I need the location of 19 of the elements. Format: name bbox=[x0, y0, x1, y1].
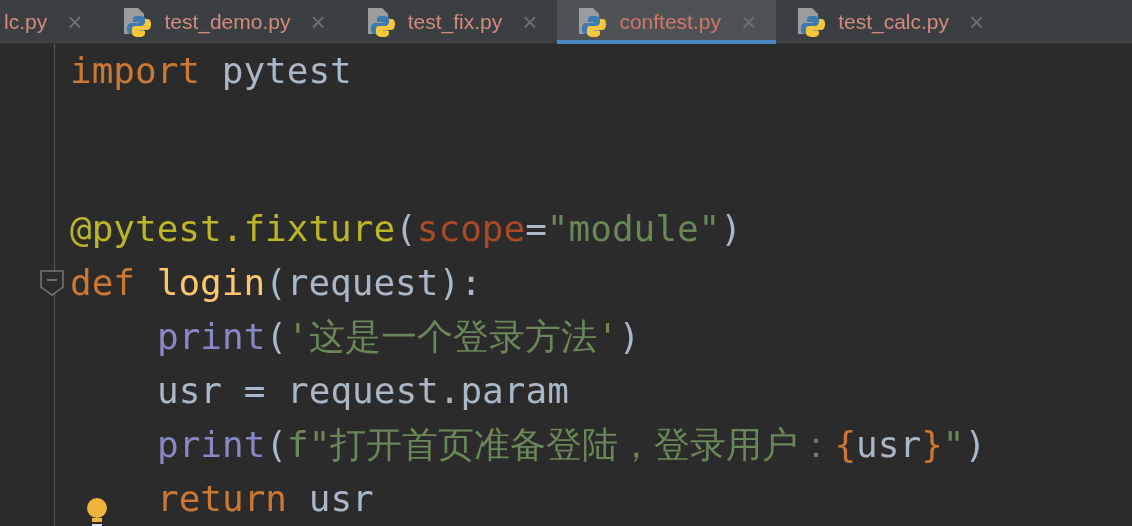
fold-icon[interactable] bbox=[40, 270, 64, 296]
close-icon[interactable]: × bbox=[310, 6, 326, 38]
code-line: def login(request): bbox=[70, 261, 482, 305]
code-line: import pytest bbox=[70, 49, 352, 93]
editor-tab[interactable]: lc.py × bbox=[0, 0, 103, 44]
code-line: print('这是一个登录方法') bbox=[157, 315, 641, 359]
editor-tab[interactable]: test_demo.py × bbox=[102, 0, 346, 44]
code-line: print(f"打开首页准备登陆，登录用户：{usr}") bbox=[157, 423, 987, 467]
editor-tab[interactable]: test_calc.py × bbox=[776, 0, 1005, 44]
close-icon[interactable]: × bbox=[67, 6, 83, 38]
close-icon[interactable]: × bbox=[969, 6, 985, 38]
code-line: @pytest.fixture(scope="module") bbox=[70, 207, 742, 251]
code-line: return usr bbox=[157, 477, 374, 521]
editor-tab[interactable]: test_fix.py × bbox=[345, 0, 558, 44]
lightbulb-icon[interactable] bbox=[86, 498, 108, 526]
editor-tab[interactable]: conftest.py × bbox=[557, 0, 777, 44]
close-icon[interactable]: × bbox=[740, 6, 757, 38]
code-line: usr = request.param bbox=[157, 369, 569, 413]
close-icon[interactable]: × bbox=[522, 6, 538, 38]
